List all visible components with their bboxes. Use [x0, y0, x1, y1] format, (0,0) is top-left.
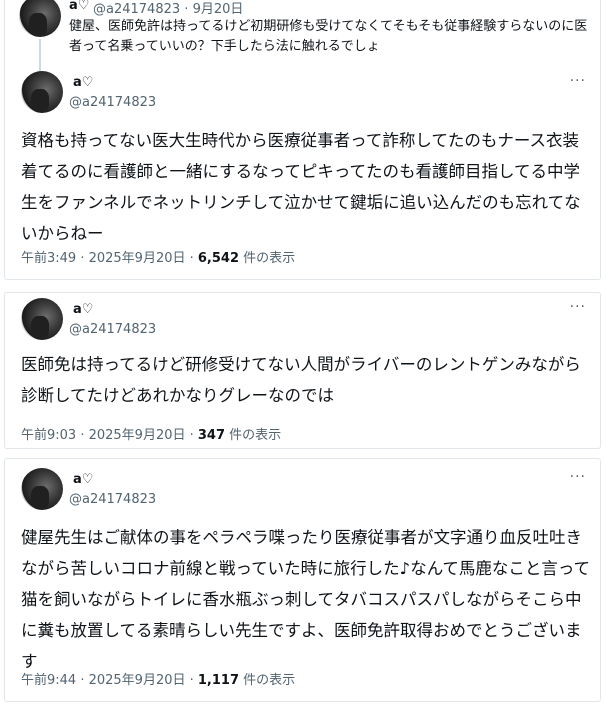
tweet-card-2[interactable]: a♡ @a24174823 ··· 医師免は持ってるけど研修受けてない人間がライ… [4, 292, 601, 449]
parent-handle[interactable]: @a24174823 [93, 2, 180, 17]
author-name[interactable]: a♡ [73, 75, 93, 90]
tweet-meta: 午前9:03 · 2025年9月20日 · 347 件の表示 [21, 424, 281, 443]
author-handle[interactable]: @a24174823 [69, 95, 156, 110]
parent-tweet-text: 健屋、医師免許は持ってるけど初期研修も受けてなくてそもそも従事経験すらないのに医… [69, 19, 588, 54]
author-name[interactable]: a♡ [73, 302, 93, 317]
tweet-timestamp[interactable]: 午前9:44 · 2025年9月20日 · [21, 673, 198, 688]
tweet-text: 健屋先生はご献体の事をペラペラ喋ったり医療従事者が文字通り血反吐吐きながら苦しい… [21, 528, 591, 671]
separator: · [184, 2, 189, 17]
tweet-timestamp[interactable]: 午前3:49 · 2025年9月20日 · [21, 251, 198, 266]
avatar[interactable] [19, 0, 61, 37]
avatar[interactable] [21, 468, 63, 510]
view-count: 1,117 [197, 673, 240, 688]
parent-author-handle[interactable]: @a24174823 · 9月20日 [93, 0, 243, 17]
view-count: 6,542 [197, 251, 240, 266]
views-label: 件の表示 [239, 251, 296, 266]
avatar[interactable] [21, 298, 63, 340]
parent-author-name[interactable]: a♡ [69, 0, 89, 13]
tweet-timestamp[interactable]: 午前9:03 · 2025年9月20日 · [21, 428, 198, 443]
tweet-text: 医師免は持ってるけど研修受けてない人間がライバーのレントゲンみながら診断してたけ… [21, 355, 581, 405]
avatar[interactable] [21, 71, 63, 113]
parent-date[interactable]: 9月20日 [193, 2, 244, 17]
views-label: 件の表示 [239, 673, 296, 688]
views-label: 件の表示 [225, 428, 282, 443]
author-handle[interactable]: @a24174823 [69, 322, 156, 337]
author-handle[interactable]: @a24174823 [69, 492, 156, 507]
more-options-icon[interactable]: ··· [570, 299, 586, 315]
view-count: 347 [197, 428, 226, 443]
tweet-card-3[interactable]: a♡ @a24174823 ··· 健屋先生はご献体の事をペラペラ喋ったり医療従… [4, 458, 601, 702]
tweet-meta: 午前3:49 · 2025年9月20日 · 6,542 件の表示 [21, 247, 295, 266]
more-options-icon[interactable]: ··· [570, 469, 586, 485]
tweet-text: 資格も持ってない医大生時代から医療従事者って詐称してたのもナース衣装着てるのに看… [21, 131, 581, 243]
author-name[interactable]: a♡ [73, 472, 93, 487]
more-options-icon[interactable]: ··· [570, 73, 586, 89]
tweet-meta: 午前9:44 · 2025年9月20日 · 1,117 件の表示 [21, 669, 295, 688]
tweet-card-1[interactable]: a♡ @a24174823 · 9月20日 健屋、医師免許は持ってるけど初期研修… [4, 0, 601, 280]
